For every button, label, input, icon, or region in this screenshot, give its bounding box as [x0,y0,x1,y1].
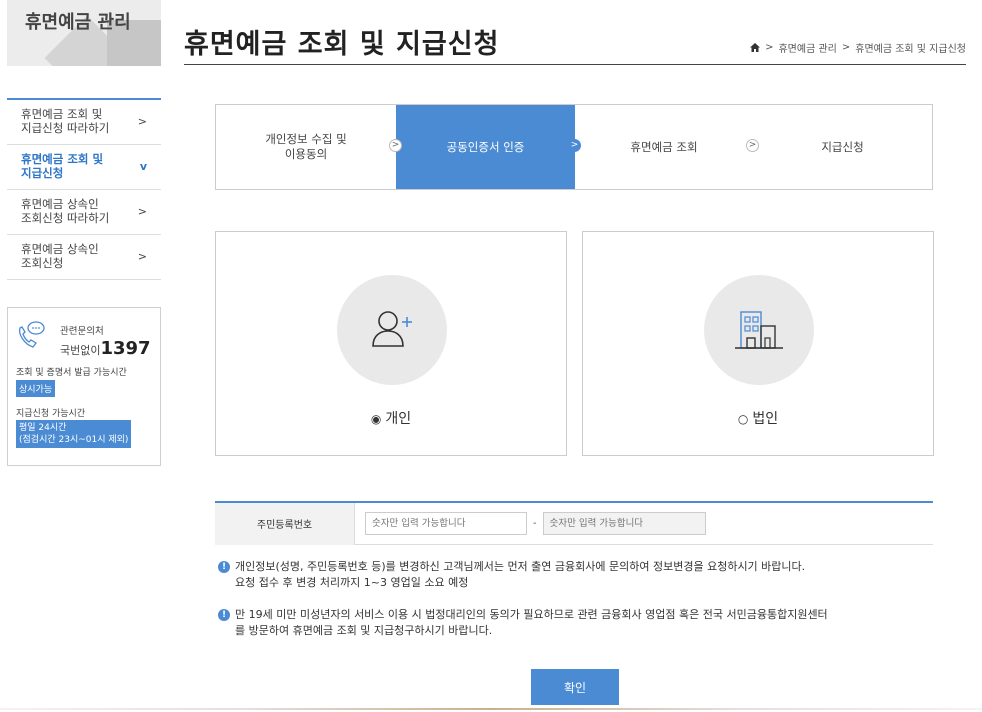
radio-selected-icon[interactable]: ◉ [371,412,381,426]
step-certificate: 공동인증서 인증 > [396,105,581,189]
breadcrumb-item[interactable]: 휴면예금 관리 [778,40,836,55]
info-icon: ! [218,609,230,621]
inquiry-hours-label: 조회 및 증명서 발급 가능시간 [16,368,127,378]
contact-number: 국번없이1397 [60,338,151,359]
radio-unselected-icon[interactable]: ○ [738,412,748,426]
add-person-icon [372,311,412,347]
step-label: 공동인증서 인증 [446,139,525,154]
individual-label: 개인 [385,411,412,427]
step-label: 이용동의 [284,147,328,161]
footer-divider [0,708,982,710]
contact-number-prefix: 국번없이 [60,344,101,357]
notice-text: 만 19세 미만 미성년자의 서비스 이용 시 법정대리인의 동의가 필요하므로… [235,608,828,621]
individual-option-card[interactable]: ◉ 개인 [215,231,567,456]
contact-box: 관련문의처 국번없이1397 조회 및 증명서 발급 가능시간 상시가능 지급신… [7,307,161,466]
chevron-down-icon: v [139,160,147,173]
info-icon: ! [218,561,230,573]
resident-number-back-input[interactable] [542,512,706,535]
icon-circle [704,275,814,385]
breadcrumb-separator: > [765,42,774,53]
sidebar-menu: 휴면예금 조회 및 지급신청 따라하기 > 휴면예금 조회 및 지급신청 v 휴… [7,98,161,280]
phone-chat-icon [18,321,45,348]
payment-hours-note: (점검시간 23시~01시 제외) [19,435,129,445]
step-label: 휴면예금 조회 [630,139,698,154]
sidebar-item-heir-inquiry[interactable]: 휴면예금 상속인 조회신청 > [7,235,161,280]
breadcrumb: > 휴면예금 관리 > 휴면예금 조회 및 지급신청 [750,40,966,55]
icon-circle [337,275,447,385]
chevron-right-icon: > [137,205,147,218]
notice-text: 요청 접수 후 변경 처리까지 1~3 영업일 소요 예정 [235,576,469,589]
page-title: 휴면예금 조회 및 지급신청 [184,29,500,60]
corporate-option-card[interactable]: ○ 법인 [582,231,934,456]
sidebar-title-box: 휴면예금 관리 [7,0,161,66]
contact-label: 관련문의처 [60,326,104,337]
notice-minor: ! 만 19세 미만 미성년자의 서비스 이용 시 법정대리인의 동의가 필요하… [218,607,948,639]
notice-info-change: ! 개인정보(성명, 주민등록번호 등)를 변경하신 고객님께서는 먼저 출연 … [218,559,948,591]
resident-number-front-input[interactable] [365,512,527,535]
home-icon[interactable] [750,43,761,52]
resident-number-row: 주민등록번호 - [215,501,933,545]
header-divider [184,64,966,65]
building-icon [735,311,783,349]
inquiry-hours-badge: 상시가능 [16,380,56,397]
chevron-right-icon: > [568,139,581,152]
individual-option[interactable]: ◉ 개인 [216,408,566,428]
chevron-right-icon: > [137,250,147,263]
corporate-label: 법인 [752,411,779,427]
dash-separator: - [533,518,537,529]
chevron-right-icon: > [746,139,759,152]
resident-number-label: 주민등록번호 [215,502,355,545]
step-label: 지급신청 [821,139,864,154]
sidebar-item-guide[interactable]: 휴면예금 조회 및 지급신청 따라하기 > [7,100,161,145]
chevron-right-icon: > [389,139,402,152]
step-label: 개인정보 수집 및 [265,132,347,146]
step-inquiry: 휴면예금 조회 > [575,105,759,189]
breadcrumb-item[interactable]: 휴면예금 조회 및 지급신청 [855,40,966,55]
notice-text: 를 방문하여 휴면예금 조회 및 지급청구하시기 바랍니다. [235,624,493,637]
corporate-option[interactable]: ○ 법인 [583,408,933,428]
payment-hours-label: 지급신청 가능시간 [16,409,86,419]
sidebar-title: 휴면예금 관리 [25,12,131,33]
step-indicator: 개인정보 수집 및 이용동의 > 공동인증서 인증 > 휴면예금 조회 > 지급… [215,104,933,190]
contact-number-value: 1397 [100,338,151,359]
step-consent: 개인정보 수집 및 이용동의 > [216,105,402,189]
sidebar-item-inquiry[interactable]: 휴면예금 조회 및 지급신청 v [7,145,161,190]
confirm-button[interactable]: 확인 [531,669,619,705]
notice-text: 개인정보(성명, 주민등록번호 등)를 변경하신 고객님께서는 먼저 출연 금융… [235,560,806,573]
step-payment: 지급신청 [753,105,932,189]
chevron-right-icon: > [137,115,147,128]
payment-hours-badge: 평일 24시간 (점검시간 23시~01시 제외) [16,420,132,448]
payment-hours-text: 평일 24시간 [19,423,67,433]
sidebar-item-heir-guide[interactable]: 휴면예금 상속인 조회신청 따라하기 > [7,190,161,235]
breadcrumb-separator: > [841,42,851,53]
